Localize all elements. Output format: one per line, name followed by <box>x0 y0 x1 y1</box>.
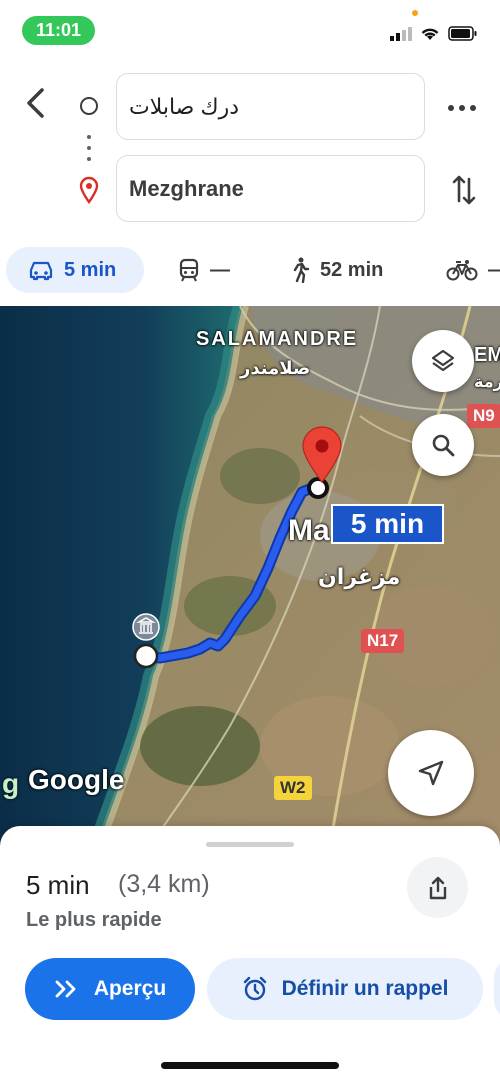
map-label-edge-ar: ـرمة <box>474 374 500 391</box>
more-options-button[interactable] <box>444 94 480 122</box>
battery-icon <box>448 26 477 41</box>
mode-transit-tab[interactable]: — <box>178 247 230 293</box>
mode-bike-label: — <box>488 259 500 282</box>
travel-mode-bar: 5 min — 52 min — <box>0 247 500 295</box>
share-button[interactable] <box>407 857 468 918</box>
train-icon <box>179 258 199 282</box>
sheet-drag-handle[interactable] <box>206 842 294 847</box>
mode-transit-label: — <box>210 258 230 281</box>
mode-walk-tab[interactable]: 52 min <box>290 247 383 293</box>
mode-car-label: 5 min <box>64 258 117 281</box>
mode-bike-tab[interactable]: — <box>446 247 500 293</box>
back-arrow-icon <box>27 88 44 118</box>
location-pin-icon <box>78 176 100 209</box>
status-bar: 11:01 <box>0 0 500 58</box>
layers-icon <box>431 349 455 372</box>
set-reminder-button[interactable]: Définir un rappel <box>207 958 483 1020</box>
alarm-clock-icon <box>243 976 266 1001</box>
museum-icon <box>132 613 160 641</box>
more-dots-icon <box>448 105 454 111</box>
reminder-label: Définir un rappel <box>281 977 449 1000</box>
search-icon <box>432 434 455 457</box>
google-logo-fragment: g <box>2 768 20 799</box>
next-action-button[interactable] <box>494 958 500 1020</box>
destination-input[interactable]: Mezghrane <box>116 155 425 222</box>
back-button[interactable] <box>18 86 52 120</box>
my-location-button[interactable] <box>388 730 474 816</box>
route-distance: (3,4 km) <box>118 870 210 898</box>
route-duration: 5 min <box>26 870 90 900</box>
map-label-mezghrane-ar: مزغران <box>318 564 401 589</box>
mode-walk-label: 52 min <box>320 258 384 281</box>
share-icon <box>429 876 446 899</box>
route-time-badge: 5 min <box>331 504 444 544</box>
directions-screen: 11:01 درك صابلات Mezghrane 5 min — 52 mi… <box>0 0 500 1084</box>
signal-icon <box>390 26 412 41</box>
overview-label: Aperçu <box>93 977 167 1000</box>
home-indicator[interactable] <box>161 1062 339 1069</box>
wifi-icon <box>421 28 439 40</box>
mode-car-tab[interactable]: 5 min <box>6 247 144 293</box>
route-summary-sheet: 5 min (3,4 km) Le plus rapide Aperçu Déf… <box>0 826 500 1084</box>
map-label-salamandre-ar: صلامندر <box>240 358 311 378</box>
swap-icon <box>452 175 476 205</box>
road-shield-n17: N17 <box>361 629 405 653</box>
origin-marker-icon <box>80 97 98 115</box>
route-description: Le plus rapide <box>26 909 162 931</box>
map-label-mezghrane: Ma <box>288 514 330 547</box>
swap-button[interactable] <box>446 170 482 210</box>
overview-button[interactable]: Aperçu <box>25 958 195 1020</box>
map-label-edge: EM <box>474 344 500 366</box>
map-view[interactable]: SALAMANDRE صلامندر EM ـرمة Ma مزغران N9 … <box>0 306 500 846</box>
bike-icon <box>446 260 478 281</box>
status-icons <box>390 26 478 41</box>
road-shield-w2: W2 <box>274 776 312 800</box>
privacy-indicator <box>412 10 418 16</box>
layers-button[interactable] <box>412 330 474 392</box>
map-label-salamandre: SALAMANDRE <box>196 328 359 350</box>
road-shield-n9: N9 <box>467 404 500 428</box>
car-icon <box>29 261 53 281</box>
walk-icon <box>293 257 310 283</box>
navigate-arrow-icon <box>418 760 444 786</box>
double-chevron-icon <box>55 980 76 998</box>
route-connector <box>86 135 92 161</box>
google-logo: Google <box>28 764 125 795</box>
map-search-button[interactable] <box>412 414 474 476</box>
status-time: 11:01 <box>22 16 95 45</box>
origin-input[interactable]: درك صابلات <box>116 73 425 140</box>
